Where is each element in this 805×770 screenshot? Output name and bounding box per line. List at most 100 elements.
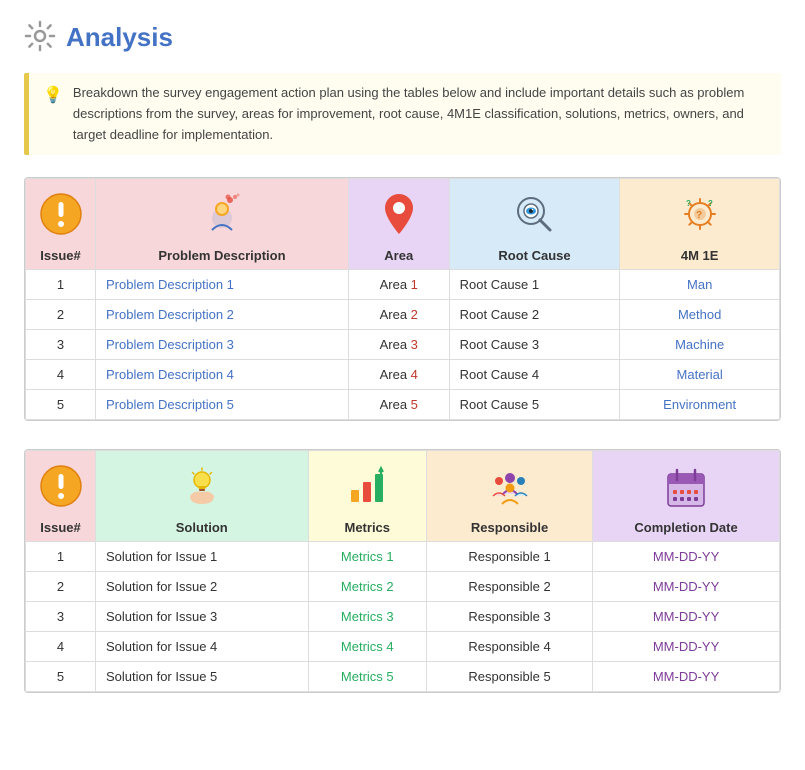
- cell-responsible: Responsible 5: [427, 662, 593, 692]
- cell-solution: Solution for Issue 4: [96, 632, 309, 662]
- rootcause-icon: [512, 192, 556, 242]
- table-row: 3 Problem Description 3 Area 3 Root Caus…: [26, 330, 780, 360]
- area-icon: [379, 192, 419, 242]
- th-responsible-label: Responsible: [471, 520, 548, 535]
- cell-4m1e: Method: [620, 300, 780, 330]
- cell-rootcause: Root Cause 2: [449, 300, 620, 330]
- page-title: Analysis: [66, 22, 173, 53]
- cell-issue: 1: [26, 270, 96, 300]
- cell-issue: 5: [26, 390, 96, 420]
- table2: Issue#: [25, 450, 780, 692]
- cell-4m1e: Man: [620, 270, 780, 300]
- page-header: Analysis: [24, 20, 781, 55]
- th-issue-label: Issue#: [40, 248, 80, 263]
- table-row: 2 Solution for Issue 2 Metrics 2 Respons…: [26, 572, 780, 602]
- cell-problem: Problem Description 2: [96, 300, 349, 330]
- cell-responsible: Responsible 3: [427, 602, 593, 632]
- cell-problem: Problem Description 4: [96, 360, 349, 390]
- cell-completion: MM-DD-YY: [593, 632, 780, 662]
- th-metrics: Metrics: [308, 451, 426, 542]
- cell-responsible: Responsible 4: [427, 632, 593, 662]
- cell-metrics: Metrics 2: [308, 572, 426, 602]
- th-metrics-label: Metrics: [345, 520, 391, 535]
- cell-issue: 4: [26, 360, 96, 390]
- cell-rootcause: Root Cause 4: [449, 360, 620, 390]
- cell-area: Area 3: [348, 330, 449, 360]
- 4m1e-icon: ? ? ?: [678, 192, 722, 242]
- cell-problem: Problem Description 5: [96, 390, 349, 420]
- table1-wrapper: Issue#: [24, 177, 781, 421]
- th-problem: Problem Description: [96, 179, 349, 270]
- table1: Issue#: [25, 178, 780, 420]
- problem-icon: [200, 192, 244, 242]
- cell-area: Area 5: [348, 390, 449, 420]
- table-row: 5 Problem Description 5 Area 5 Root Caus…: [26, 390, 780, 420]
- table-row: 4 Problem Description 4 Area 4 Root Caus…: [26, 360, 780, 390]
- info-box-text: Breakdown the survey engagement action p…: [73, 83, 767, 145]
- cell-rootcause: Root Cause 5: [449, 390, 620, 420]
- th-completion-label: Completion Date: [634, 520, 737, 535]
- th-completion: Completion Date: [593, 451, 780, 542]
- issue-icon: [39, 192, 83, 242]
- table-row: 3 Solution for Issue 3 Metrics 3 Respons…: [26, 602, 780, 632]
- cell-4m1e: Machine: [620, 330, 780, 360]
- th2-issue: Issue#: [26, 451, 96, 542]
- cell-rootcause: Root Cause 3: [449, 330, 620, 360]
- table-row: 1 Problem Description 1 Area 1 Root Caus…: [26, 270, 780, 300]
- cell-4m1e: Environment: [620, 390, 780, 420]
- cell-area: Area 4: [348, 360, 449, 390]
- cell-area: Area 2: [348, 300, 449, 330]
- cell-issue: 3: [26, 330, 96, 360]
- th-area-label: Area: [384, 248, 413, 263]
- cell-problem: Problem Description 3: [96, 330, 349, 360]
- completion-icon: [666, 468, 706, 514]
- th-area: Area: [348, 179, 449, 270]
- cell-issue: 1: [26, 542, 96, 572]
- cell-solution: Solution for Issue 3: [96, 602, 309, 632]
- cell-issue: 5: [26, 662, 96, 692]
- th-rootcause: Root Cause: [449, 179, 620, 270]
- cell-issue: 4: [26, 632, 96, 662]
- responsible-icon: [488, 464, 532, 514]
- th-4m1e-label: 4M 1E: [681, 248, 719, 263]
- cell-completion: MM-DD-YY: [593, 662, 780, 692]
- cell-completion: MM-DD-YY: [593, 602, 780, 632]
- table2-wrapper: Issue#: [24, 449, 781, 693]
- cell-issue: 3: [26, 602, 96, 632]
- th-rootcause-label: Root Cause: [498, 248, 570, 263]
- table-row: 2 Problem Description 2 Area 2 Root Caus…: [26, 300, 780, 330]
- cell-4m1e: Material: [620, 360, 780, 390]
- issue2-icon: [39, 464, 83, 514]
- cell-completion: MM-DD-YY: [593, 572, 780, 602]
- cell-solution: Solution for Issue 1: [96, 542, 309, 572]
- cell-issue: 2: [26, 300, 96, 330]
- th-responsible: Responsible: [427, 451, 593, 542]
- svg-text:?: ?: [696, 210, 702, 221]
- gear-icon: [24, 20, 56, 55]
- cell-completion: MM-DD-YY: [593, 542, 780, 572]
- th-4m1e: ? ? ? 4M 1E: [620, 179, 780, 270]
- th-problem-label: Problem Description: [158, 248, 285, 263]
- metrics-icon: [345, 464, 389, 514]
- cell-solution: Solution for Issue 5: [96, 662, 309, 692]
- th2-issue-label: Issue#: [40, 520, 80, 535]
- th-issue: Issue#: [26, 179, 96, 270]
- cell-problem: Problem Description 1: [96, 270, 349, 300]
- info-box: 💡 Breakdown the survey engagement action…: [24, 73, 781, 155]
- cell-metrics: Metrics 3: [308, 602, 426, 632]
- lightbulb-icon: 💡: [43, 85, 63, 105]
- cell-area: Area 1: [348, 270, 449, 300]
- cell-issue: 2: [26, 572, 96, 602]
- cell-metrics: Metrics 5: [308, 662, 426, 692]
- th-solution-label: Solution: [176, 520, 228, 535]
- cell-solution: Solution for Issue 2: [96, 572, 309, 602]
- solution-icon: [180, 464, 224, 514]
- cell-metrics: Metrics 1: [308, 542, 426, 572]
- cell-responsible: Responsible 1: [427, 542, 593, 572]
- svg-text:?: ?: [686, 199, 691, 208]
- table-row: 1 Solution for Issue 1 Metrics 1 Respons…: [26, 542, 780, 572]
- cell-responsible: Responsible 2: [427, 572, 593, 602]
- table-row: 4 Solution for Issue 4 Metrics 4 Respons…: [26, 632, 780, 662]
- th-solution: Solution: [96, 451, 309, 542]
- cell-metrics: Metrics 4: [308, 632, 426, 662]
